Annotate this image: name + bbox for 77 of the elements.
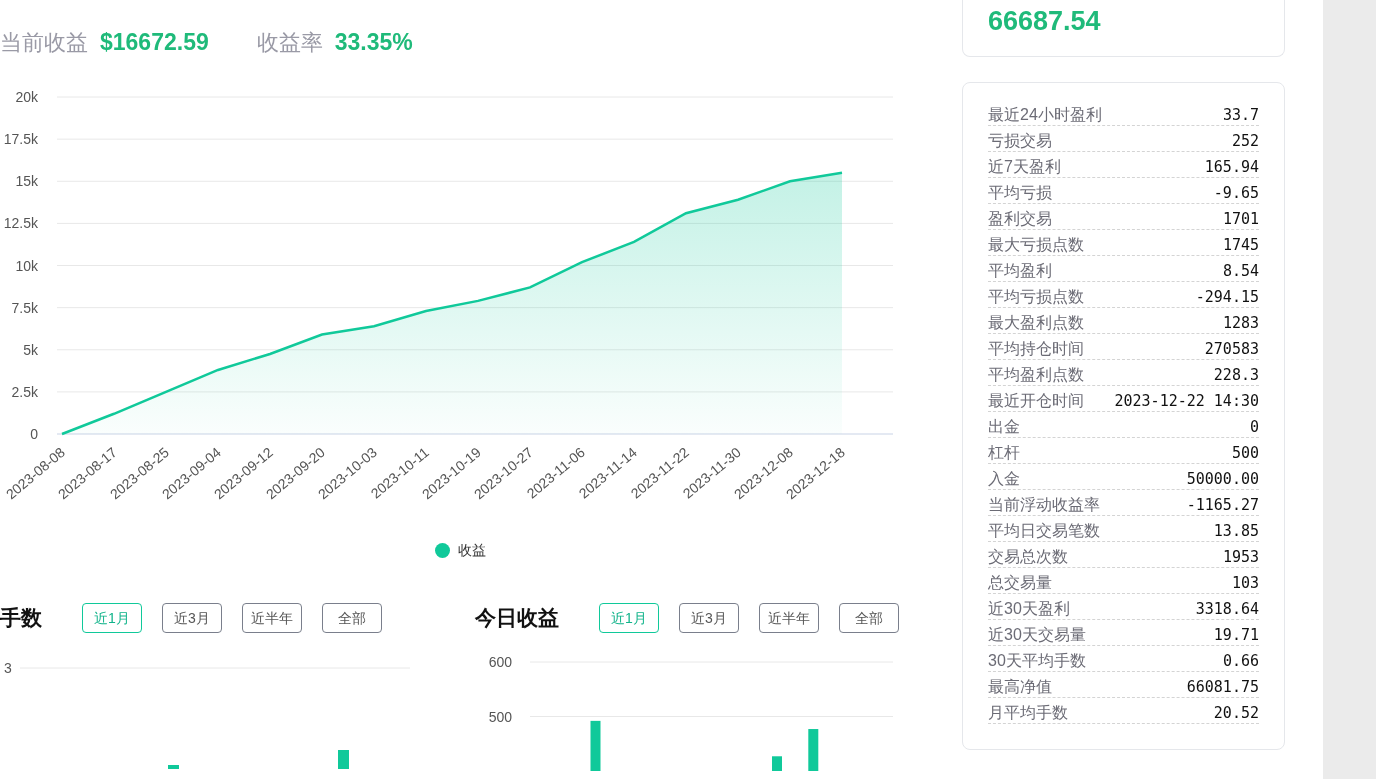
legend-label: 收益: [457, 540, 486, 560]
axis-tick-label: 12.5k: [3, 215, 38, 232]
filter-tab[interactable]: 近3月: [679, 603, 739, 633]
axis-tick-label: 5k: [23, 341, 38, 358]
stat-label: 平均亏损点数: [988, 287, 1084, 307]
bar: [772, 756, 782, 771]
filter-tab[interactable]: 全部: [839, 603, 899, 633]
filter-tab[interactable]: 近3月: [162, 603, 222, 633]
stat-value: 500: [1231, 443, 1259, 463]
metric-value: $16672.59: [100, 27, 209, 57]
stat-label: 交易总次数: [988, 547, 1068, 567]
stat-value: 50000.00: [1186, 469, 1259, 489]
stat-value: 1953: [1222, 547, 1259, 567]
stat-label: 月平均手数: [988, 703, 1068, 723]
stat-value: -294.15: [1195, 287, 1259, 307]
stat-value: 33.7: [1222, 105, 1259, 125]
stat-label: 近30天盈利: [988, 599, 1070, 619]
stat-label: 平均日交易笔数: [988, 521, 1100, 541]
axis-tick-label: 600: [488, 654, 512, 670]
filter-tab[interactable]: 全部: [322, 603, 382, 633]
stat-label: 当前浮动收益率: [988, 495, 1100, 515]
stat-value: 0.66: [1222, 651, 1259, 671]
stat-value: 1283: [1222, 313, 1259, 333]
axis-tick-label: 0: [30, 426, 38, 442]
stat-value: 2023-12-22 14:30: [1114, 391, 1259, 411]
stat-value: 165.94: [1204, 157, 1259, 177]
stat-label: 最高净值: [988, 677, 1052, 697]
stat-label: 总交易量: [988, 573, 1052, 593]
stat-value: 20.52: [1213, 703, 1259, 723]
stat-value: 270583: [1204, 339, 1259, 359]
stat-value: 103: [1231, 573, 1259, 593]
stat-label: 平均盈利点数: [988, 365, 1084, 385]
stat-label: 出金: [988, 417, 1020, 437]
axis-tick-label: 15k: [15, 173, 38, 190]
stat-label: 30天平均手数: [988, 651, 1086, 671]
stat-value: 228.3: [1213, 365, 1259, 385]
panel-title: 手数: [0, 605, 42, 632]
stat-value: 66081.75: [1186, 677, 1259, 697]
stat-label: 最大盈利点数: [988, 313, 1084, 333]
panel-title: 今日收益: [475, 605, 559, 632]
filter-tab[interactable]: 近半年: [242, 603, 302, 633]
axis-tick-label: 10k: [15, 257, 38, 274]
stat-label: 平均亏损: [988, 183, 1052, 203]
axis-tick-label: 2.5k: [11, 383, 38, 400]
picture: 3: [0, 639, 420, 769]
bar: [808, 729, 819, 771]
stat-value: 19.71: [1213, 625, 1259, 645]
stat-label: 入金: [988, 469, 1020, 489]
stat-label: 最近24小时盈利: [988, 105, 1102, 125]
stat-label: 杠杆: [988, 443, 1020, 463]
stat-value: 252: [1231, 131, 1259, 151]
stat-label: 最大亏损点数: [988, 235, 1084, 255]
axis-tick-label: 17.5k: [3, 131, 38, 148]
stat-value: 3318.64: [1195, 599, 1259, 619]
stat-label: 平均持仓时间: [988, 339, 1084, 359]
axis-tick-label: 500: [488, 708, 512, 725]
stat-value: -1165.27: [1186, 495, 1259, 515]
metric-value: 33.35%: [334, 27, 413, 57]
filter-tab[interactable]: 近半年: [759, 603, 819, 633]
axis-tick-label: 20k: [15, 89, 38, 105]
metric-label: 收益率: [256, 28, 323, 57]
stat-value: 1701: [1222, 209, 1259, 229]
stat-label: 亏损交易: [988, 131, 1052, 151]
stat-label: 近30天交易量: [988, 625, 1086, 645]
stat-value: -9.65: [1213, 183, 1259, 203]
stat-value: 13.85: [1213, 521, 1259, 541]
stat-value: 1745: [1222, 235, 1259, 255]
stat-value: 8.54: [1222, 261, 1259, 281]
stat-label: 平均盈利: [988, 261, 1052, 281]
stat-value: 0: [1249, 417, 1259, 437]
axis-tick-label: 7.5k: [11, 299, 38, 316]
bar: [590, 720, 601, 771]
stat-label: 盈利交易: [988, 209, 1052, 229]
metric-label: 当前收益: [0, 28, 88, 57]
balance-value: 66687.54: [988, 4, 1101, 38]
stat-label: 最近开仓时间: [988, 391, 1084, 411]
stat-label: 近7天盈利: [988, 157, 1061, 177]
